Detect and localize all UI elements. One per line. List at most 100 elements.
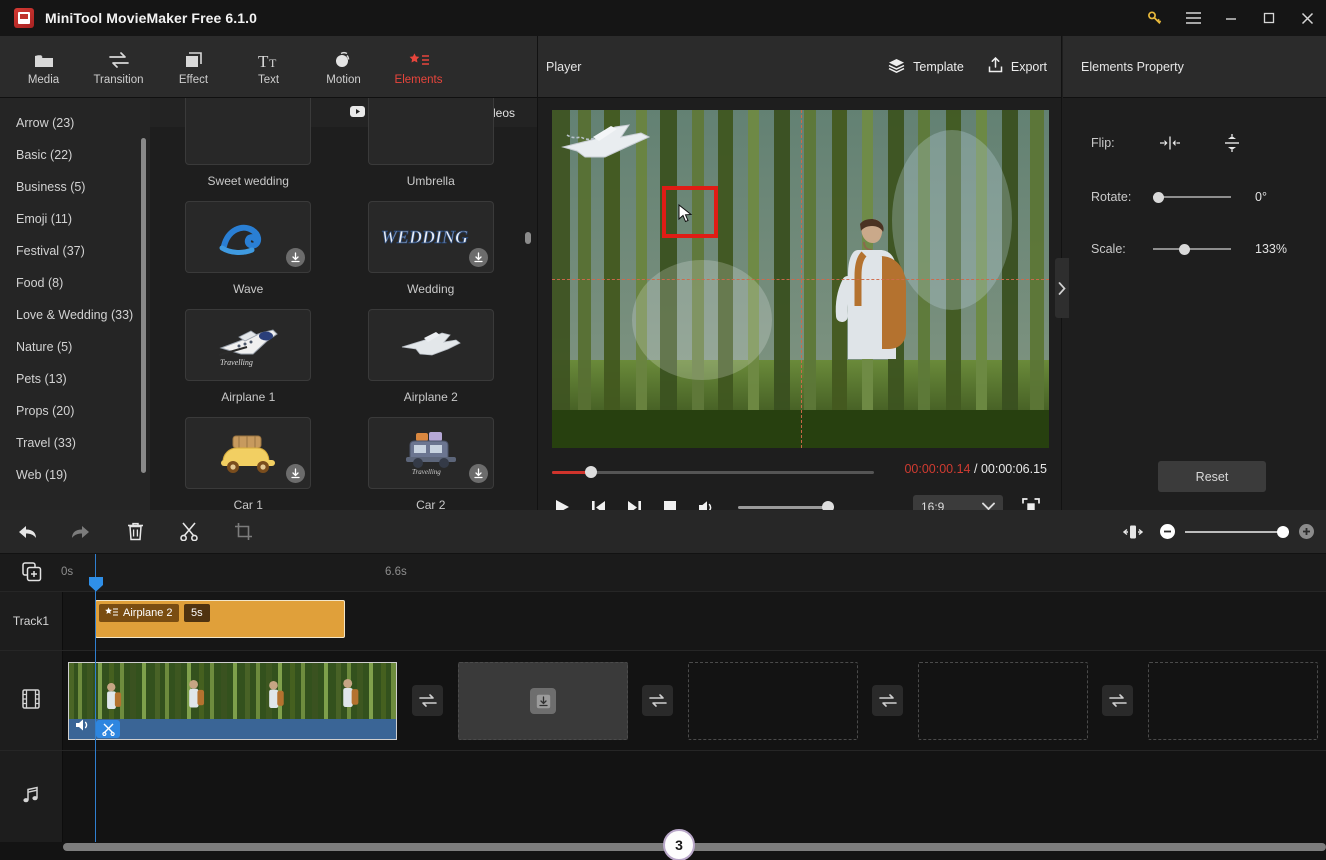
- minimize-button[interactable]: [1212, 0, 1250, 36]
- flip-vertical-icon[interactable]: [1215, 133, 1249, 153]
- element-label: Wedding: [407, 282, 455, 296]
- transition-slot-2[interactable]: [642, 685, 673, 716]
- ribbon-tab-elements[interactable]: Elements: [381, 38, 456, 96]
- zoom-in-button[interactable]: [1299, 524, 1314, 539]
- download-icon[interactable]: [286, 248, 306, 267]
- ribbon-tab-motion[interactable]: Motion: [306, 38, 381, 96]
- timecode-display: 00:00:00.14 / 00:00:06.15: [904, 462, 1047, 476]
- export-button[interactable]: Export: [988, 56, 1047, 76]
- element-thumbnail[interactable]: WEDDING: [367, 201, 494, 273]
- timeline-zoom-controls: [1116, 510, 1326, 554]
- media-placeholder-slot-2[interactable]: [688, 662, 858, 740]
- split-button[interactable]: [162, 510, 216, 554]
- category-item-web[interactable]: Web (19): [0, 459, 150, 491]
- element-cell-car-2[interactable]: Travelling Car 2: [347, 405, 516, 510]
- transition-slot-4[interactable]: [1102, 685, 1133, 716]
- fit-timeline-icon[interactable]: [1116, 510, 1150, 554]
- ribbon-tab-text[interactable]: TT Text: [231, 38, 306, 96]
- element-thumbnail[interactable]: [367, 98, 494, 165]
- category-item-food[interactable]: Food (8): [0, 267, 150, 299]
- elements-badge-icon: [105, 606, 118, 620]
- element-thumbnail[interactable]: Travelling: [367, 417, 494, 489]
- progress-handle[interactable]: [585, 466, 597, 478]
- element-thumbnail[interactable]: [367, 309, 494, 381]
- element-thumbnail[interactable]: Travelling: [185, 309, 312, 381]
- media-placeholder-slot-3[interactable]: [918, 662, 1088, 740]
- category-item-props[interactable]: Props (20): [0, 395, 150, 427]
- ribbon-tab-transition[interactable]: Transition: [81, 38, 156, 96]
- video-preview-stage[interactable]: [552, 110, 1049, 448]
- element-cell-sweet-wedding[interactable]: Sweet wedding: [164, 98, 333, 189]
- close-button[interactable]: [1288, 0, 1326, 36]
- category-item-travel[interactable]: Travel (33): [0, 427, 150, 459]
- delete-button[interactable]: [108, 510, 162, 554]
- download-icon[interactable]: [468, 464, 488, 483]
- media-placeholder-slot-1[interactable]: [458, 662, 628, 740]
- elements-scrollbar[interactable]: [525, 232, 531, 244]
- timeline-ruler[interactable]: 0s 6.6s: [0, 554, 1326, 592]
- timeline-clip-airplane2[interactable]: Airplane 2 5s: [95, 600, 345, 638]
- svg-text:T: T: [269, 56, 277, 69]
- undo-button[interactable]: [0, 510, 54, 554]
- media-placeholder-slot-4[interactable]: [1148, 662, 1318, 740]
- scale-slider[interactable]: [1153, 243, 1231, 255]
- placeholder-download-icon[interactable]: [530, 688, 556, 714]
- panel-collapse-toggle[interactable]: [1055, 258, 1069, 318]
- category-item-business[interactable]: Business (5): [0, 171, 150, 203]
- crop-button[interactable]: [216, 510, 270, 554]
- scale-handle[interactable]: [1179, 243, 1190, 255]
- category-item-arrow[interactable]: Arrow (23): [0, 107, 150, 139]
- category-scrollbar[interactable]: [141, 138, 146, 473]
- element-cell-car-1[interactable]: Car 1: [164, 405, 333, 510]
- flip-row: Flip:: [1091, 128, 1326, 158]
- category-item-nature[interactable]: Nature (5): [0, 331, 150, 363]
- category-item-love-wedding[interactable]: Love & Wedding (33): [0, 299, 150, 331]
- timeline-zoom-slider[interactable]: [1185, 525, 1289, 538]
- transition-slot-1[interactable]: [412, 685, 443, 716]
- zoom-handle[interactable]: [1277, 525, 1289, 538]
- playhead-handle[interactable]: [88, 576, 104, 592]
- progress-track[interactable]: [552, 470, 874, 474]
- video-thumbnail-strip: [69, 663, 396, 721]
- export-icon: [988, 56, 1003, 76]
- playback-progress-bar[interactable]: 00:00:00.14 / 00:00:06.15: [552, 462, 1047, 478]
- category-label: Food (8): [16, 276, 64, 290]
- template-button[interactable]: Template: [888, 58, 964, 76]
- reset-button[interactable]: Reset: [1158, 461, 1266, 492]
- download-icon[interactable]: [468, 248, 488, 267]
- category-item-festival[interactable]: Festival (37): [0, 235, 150, 267]
- element-thumbnail[interactable]: [185, 417, 312, 489]
- category-item-basic[interactable]: Basic (22): [0, 139, 150, 171]
- transition-slot-3[interactable]: [872, 685, 903, 716]
- add-track-button[interactable]: [20, 560, 44, 584]
- ribbon-tab-effect[interactable]: Effect: [156, 38, 231, 96]
- element-thumbnail[interactable]: [185, 98, 312, 165]
- airplane-overlay-element[interactable]: [559, 117, 655, 167]
- hamburger-menu-icon[interactable]: [1174, 0, 1212, 36]
- timeline-video-clip[interactable]: [68, 662, 397, 740]
- flip-horizontal-icon[interactable]: [1153, 136, 1187, 150]
- download-icon[interactable]: [286, 464, 306, 483]
- rotate-slider[interactable]: [1153, 191, 1231, 203]
- element-cell-wedding[interactable]: WEDDING Wedding: [347, 189, 516, 297]
- edit-toolbar: [0, 510, 1326, 554]
- key-icon[interactable]: [1136, 0, 1174, 36]
- category-item-emoji[interactable]: Emoji (11): [0, 203, 150, 235]
- element-label: Wave: [233, 282, 264, 296]
- element-thumbnail[interactable]: [185, 201, 312, 273]
- category-label: Travel (33): [16, 436, 76, 450]
- element-cell-wave[interactable]: Wave: [164, 189, 333, 297]
- ribbon-tab-media[interactable]: Media: [6, 38, 81, 96]
- rotate-handle[interactable]: [1153, 191, 1164, 203]
- redo-button[interactable]: [54, 510, 108, 554]
- clip-mute-icon[interactable]: [75, 718, 91, 737]
- maximize-button[interactable]: [1250, 0, 1288, 36]
- split-marker-badge[interactable]: [96, 720, 120, 738]
- element-cell-umbrella[interactable]: Umbrella: [347, 98, 516, 189]
- category-item-pets[interactable]: Pets (13): [0, 363, 150, 395]
- element-cell-airplane-2[interactable]: Airplane 2: [347, 297, 516, 405]
- element-label: Airplane 2: [403, 390, 458, 404]
- element-cell-airplane-1[interactable]: Travelling Airplane 1: [164, 297, 333, 405]
- rotate-track: [1153, 196, 1231, 198]
- zoom-out-button[interactable]: [1160, 524, 1175, 539]
